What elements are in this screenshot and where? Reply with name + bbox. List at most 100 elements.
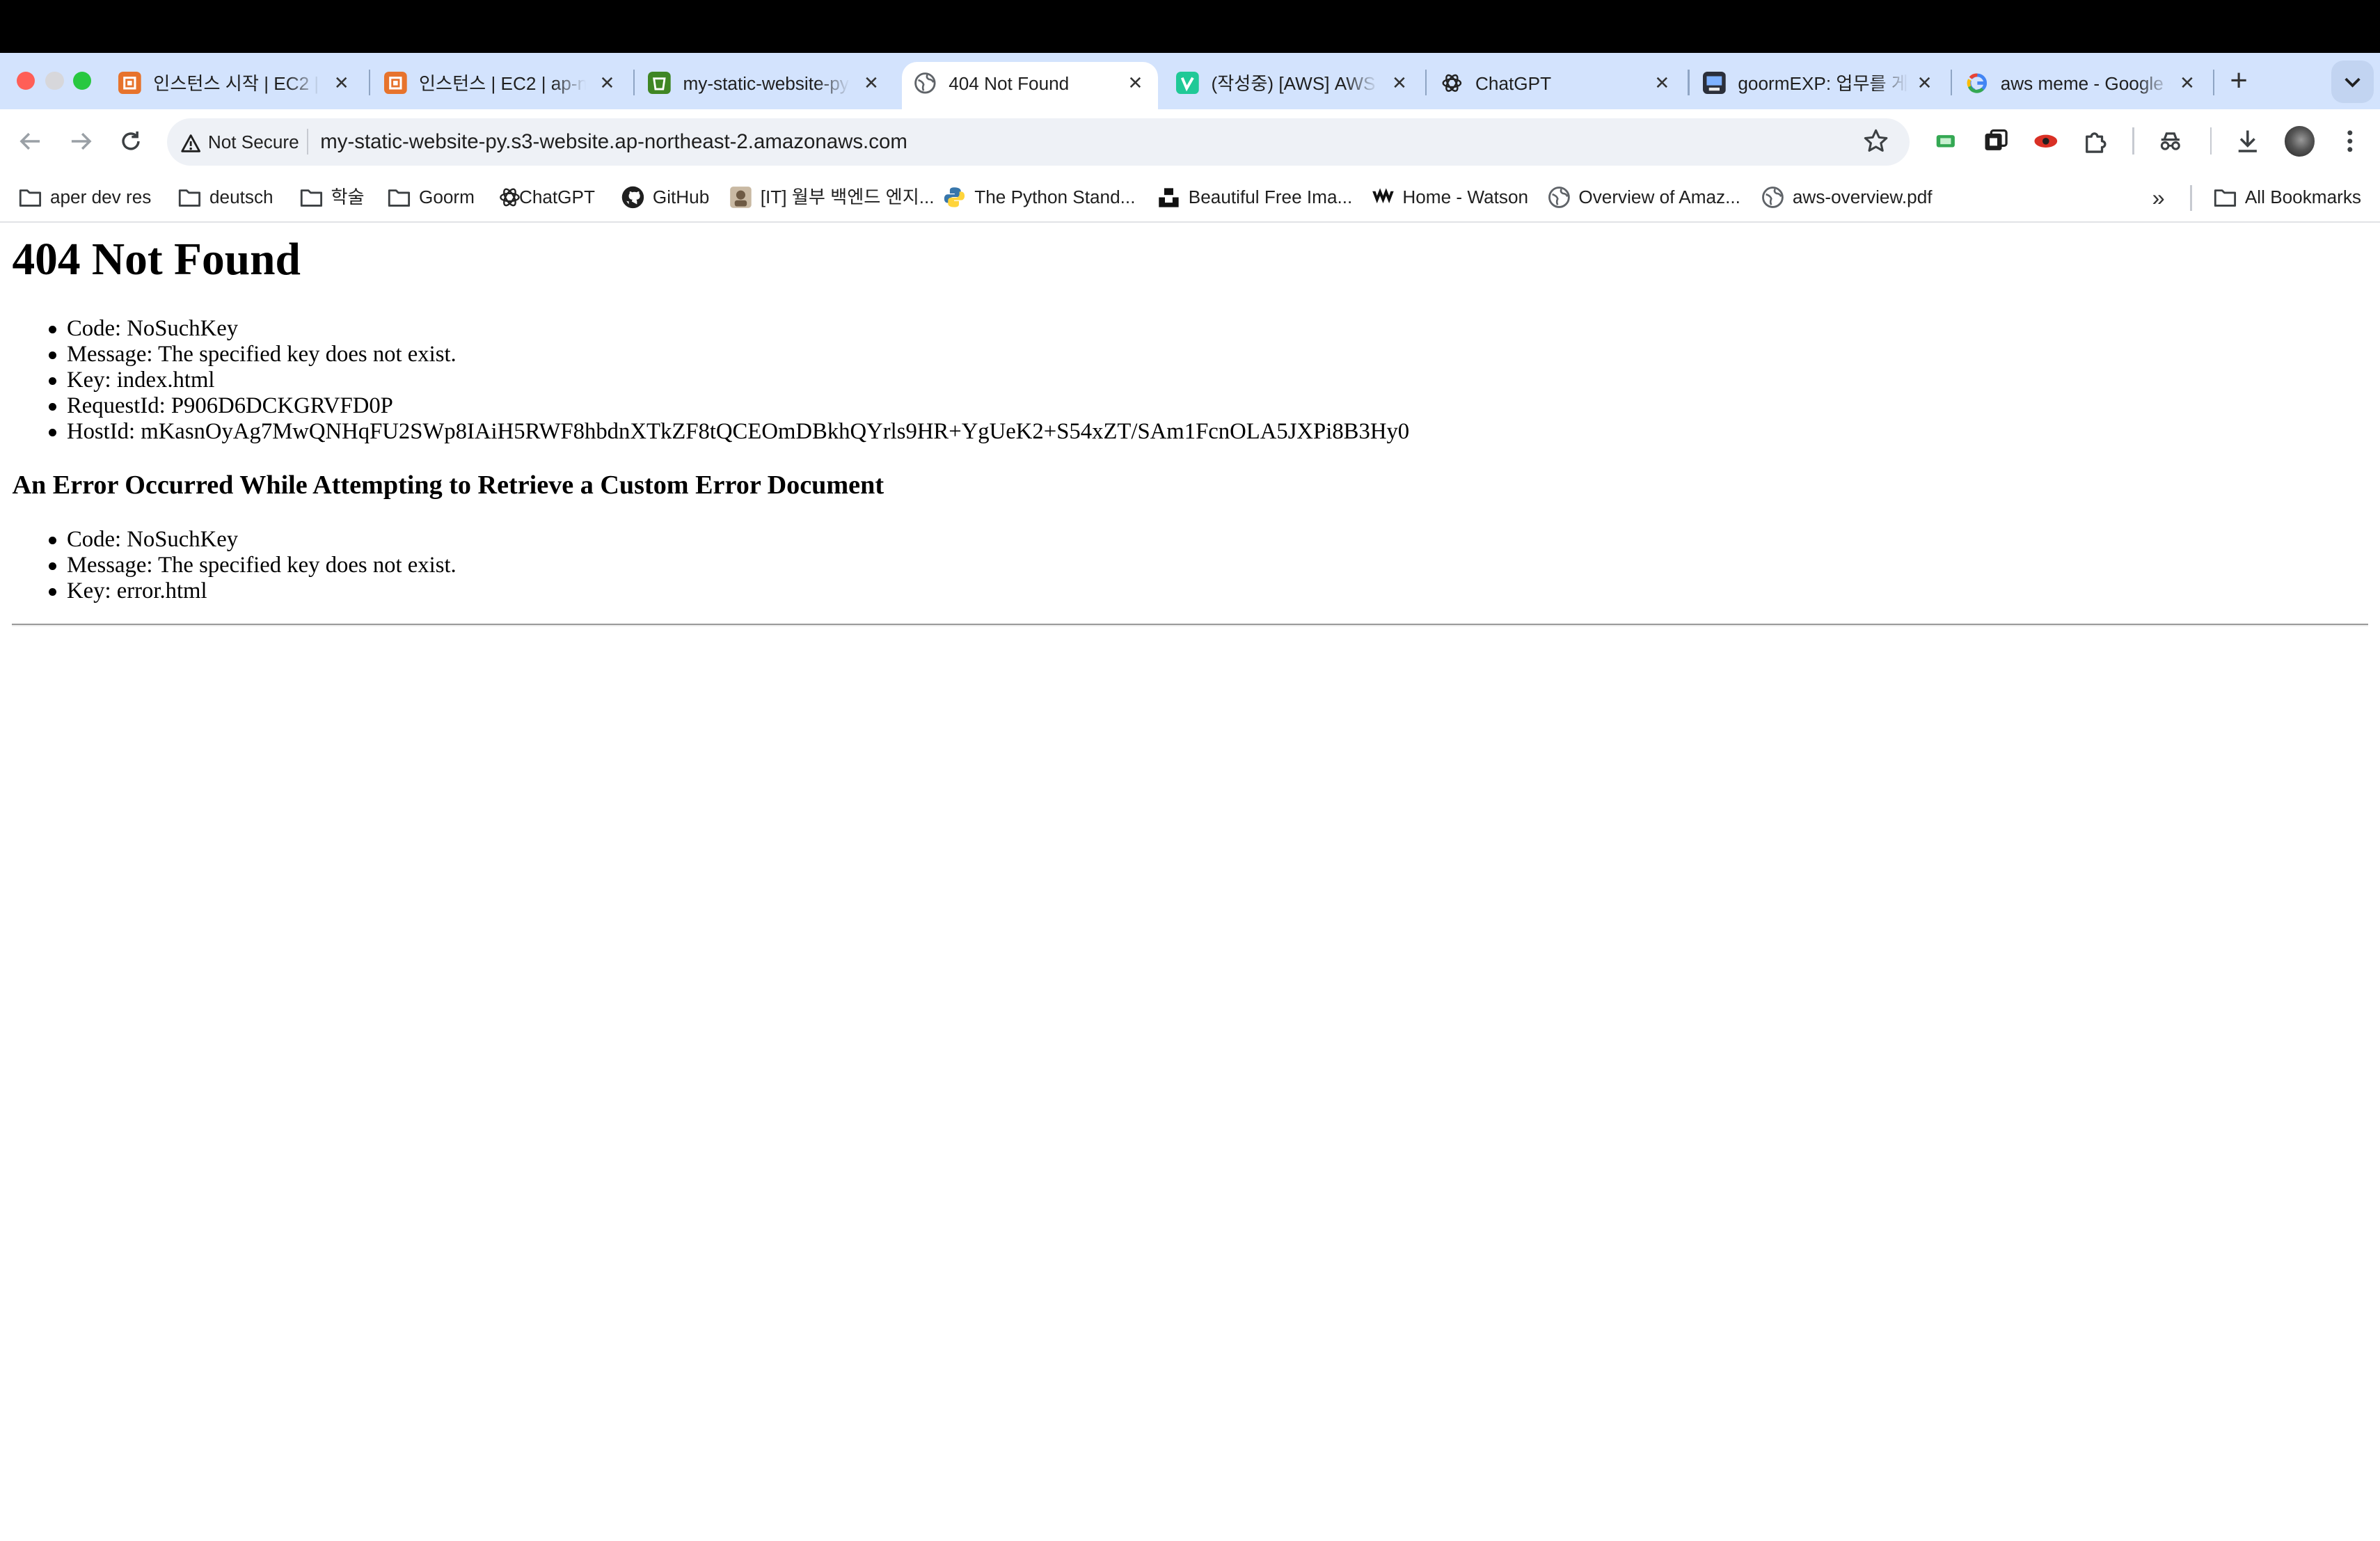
error-document-message: Message: The specified key does not exis… xyxy=(48,552,457,578)
close-tab-icon[interactable]: ✕ xyxy=(1386,70,1413,97)
omnibox-divider xyxy=(306,129,308,155)
close-tab-icon[interactable]: ✕ xyxy=(2173,70,2200,97)
globe-icon xyxy=(1548,187,1570,208)
openai-icon xyxy=(1441,72,1463,95)
bookmark-label: aper dev res xyxy=(49,187,152,208)
arrow-right-icon xyxy=(71,132,92,150)
chevron-down-icon xyxy=(2345,78,2361,88)
extension-green-icon xyxy=(1937,135,1955,148)
url-text[interactable]: my-static-website-py.s3-website.ap-north… xyxy=(320,129,907,155)
bookmark-folder-goorm[interactable]: Goorm xyxy=(387,184,478,211)
extensions-button[interactable] xyxy=(2081,126,2111,157)
toolbar-divider xyxy=(2210,127,2212,155)
bookmark-aws-overview-web[interactable]: Overview of Amaz... xyxy=(1547,184,1741,211)
close-tab-icon[interactable]: ✕ xyxy=(1649,70,1676,97)
toolbar-divider xyxy=(2132,127,2134,155)
tab-separator xyxy=(1950,70,1952,96)
close-tab-icon[interactable]: ✕ xyxy=(594,70,621,97)
bookmark-wolbu-backend[interactable]: [IT] 월부 백엔드 엔지... xyxy=(729,184,935,211)
arrow-left-icon xyxy=(19,132,40,150)
incognito-icon xyxy=(2161,132,2180,150)
tab-title: aws meme - Google 검색 xyxy=(2000,72,2171,94)
error-details-list: Code: NoSuchKey Message: The specified k… xyxy=(0,316,1409,445)
page-content: 404 Not Found Code: NoSuchKey Message: T… xyxy=(0,223,2380,1541)
bookmark-folder-academic[interactable]: 학술 xyxy=(299,184,366,211)
bookmark-chatgpt[interactable]: ChatGPT xyxy=(498,184,601,211)
bookmark-folder-deutsch[interactable]: deutsch xyxy=(177,184,278,211)
goorm-icon xyxy=(1703,71,1726,95)
security-status-label[interactable]: Not Secure xyxy=(208,131,299,154)
tab-title: 404 Not Found xyxy=(949,72,1070,94)
error-document-details-list: Code: NoSuchKey Message: The specified k… xyxy=(0,527,457,604)
tab-ec2-instances[interactable]: 인스턴스 | EC2 | ap-northeast-2 ✕ xyxy=(372,62,626,109)
watson-icon xyxy=(1372,188,1394,204)
new-tab-button[interactable]: + xyxy=(2222,64,2255,97)
host-id: HostId: mKasnOyAg7MwQNHqFU2SWp8IAiH5RWF8… xyxy=(48,418,1410,444)
menu-bar-strip xyxy=(0,0,2380,54)
tab-separator xyxy=(1688,70,1690,96)
bookmark-folder-aper-dev-res[interactable]: aper dev res xyxy=(18,184,154,211)
tab-title: 인스턴스 | EC2 | ap-northeast-2 xyxy=(418,72,586,94)
forward-button[interactable] xyxy=(64,125,97,158)
globe-icon xyxy=(1762,187,1784,208)
downloads-button[interactable] xyxy=(2232,126,2263,157)
folder-icon xyxy=(388,189,411,207)
bookmark-aws-overview-pdf[interactable]: aws-overview.pdf xyxy=(1761,184,1939,211)
close-tab-icon[interactable]: ✕ xyxy=(328,70,355,97)
bookmark-unsplash[interactable]: Beautiful Free Ima... xyxy=(1157,184,1352,211)
extension-puzzle-dark-button[interactable] xyxy=(1981,126,2011,157)
tab-separator xyxy=(2213,70,2215,96)
tab-search-button[interactable] xyxy=(2331,61,2374,104)
tab-s3-bucket[interactable]: my-static-website-py ✕ xyxy=(636,62,891,109)
puzzle-icon xyxy=(2086,132,2107,153)
tab-separator xyxy=(633,70,635,96)
bookmark-label: ChatGPT xyxy=(518,187,595,208)
bookmark-star-button[interactable] xyxy=(1862,127,1889,155)
close-tab-icon[interactable]: ✕ xyxy=(857,70,884,97)
bookmark-label: GitHub xyxy=(652,187,710,208)
back-button[interactable] xyxy=(14,125,47,158)
bookmark-watson[interactable]: Home - Watson xyxy=(1371,184,1529,211)
zoom-window-button[interactable] xyxy=(72,71,91,90)
reload-button[interactable] xyxy=(114,125,148,158)
tab-title: ChatGPT xyxy=(1475,72,1552,94)
bookmark-label: Overview of Amaz... xyxy=(1578,187,1740,208)
bookmark-github[interactable]: GitHub xyxy=(621,184,712,211)
bookmark-python-stdlib[interactable]: The Python Stand... xyxy=(942,184,1135,211)
aws-ec2-icon xyxy=(383,71,407,95)
aws-s3-icon xyxy=(648,71,672,95)
download-icon xyxy=(2239,130,2258,152)
extension-red-button[interactable] xyxy=(2031,126,2061,157)
close-tab-icon[interactable]: ✕ xyxy=(1911,70,1938,97)
tab-404-not-found[interactable]: 404 Not Found ✕ xyxy=(901,62,1159,110)
unsplash-icon xyxy=(1159,188,1179,207)
all-bookmarks-button[interactable]: All Bookmarks xyxy=(2213,184,2365,211)
error-key: Key: index.html xyxy=(48,368,1409,393)
error-document-key: Key: error.html xyxy=(48,578,457,604)
github-icon xyxy=(621,186,644,209)
incognito-profile-button[interactable] xyxy=(2155,126,2186,157)
bookmark-label: 학술 xyxy=(331,187,365,208)
close-window-button[interactable] xyxy=(16,71,35,90)
google-icon xyxy=(1966,72,1989,95)
minimize-window-button[interactable] xyxy=(45,71,64,90)
close-tab-icon[interactable]: ✕ xyxy=(1122,70,1149,97)
bookmarks-overflow-button[interactable]: » xyxy=(2146,184,2171,211)
error-message: Message: The specified key does not exis… xyxy=(48,342,1409,368)
extension-green-button[interactable] xyxy=(1930,126,1961,157)
folder-icon xyxy=(19,189,42,207)
tab-title: my-static-website-py xyxy=(683,72,849,94)
tab-goorm-exp[interactable]: goormEXP: 업무를 게임처럼 ✕ xyxy=(1691,62,1946,109)
profile-avatar[interactable] xyxy=(2284,126,2315,157)
warning-triangle-icon[interactable] xyxy=(180,132,200,153)
extension-red-icon xyxy=(2034,134,2058,148)
tab-title: (작성중) [AWS] AWS 배포 xyxy=(1211,72,1379,94)
bookmark-label: aws-overview.pdf xyxy=(1792,187,1933,208)
error-code: Code: NoSuchKey xyxy=(48,316,1409,342)
tab-chatgpt[interactable]: ChatGPT ✕ xyxy=(1428,62,1683,109)
tab-ec2-launch-instance[interactable]: 인스턴스 시작 | EC2 | ap-northeast-2 ✕ xyxy=(106,62,361,109)
tab-velog-draft[interactable]: (작성중) [AWS] AWS 배포 ✕ xyxy=(1164,62,1419,109)
chrome-menu-button[interactable] xyxy=(2335,126,2365,157)
tab-title: goormEXP: 업무를 게임처럼 xyxy=(1738,72,1908,94)
tab-google-search[interactable]: aws meme - Google 검색 ✕ xyxy=(1953,62,2208,109)
